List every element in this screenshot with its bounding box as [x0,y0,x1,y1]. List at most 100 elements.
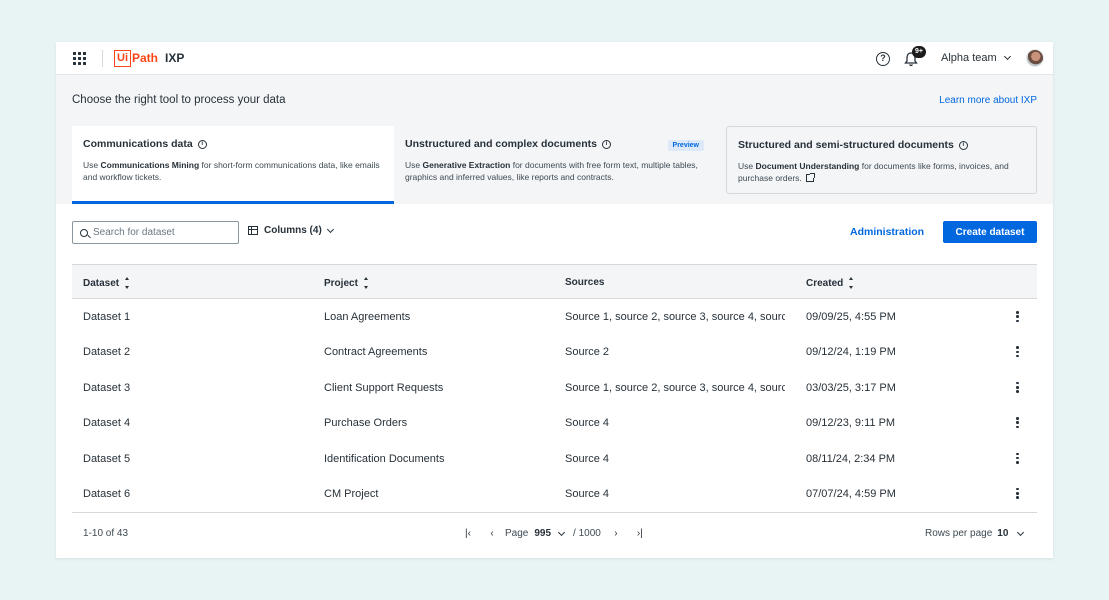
preview-badge: Preview [667,140,704,151]
row-menu-icon[interactable] [1016,452,1019,464]
desc-pre: Use [83,160,101,170]
header-divider [102,50,103,67]
info-icon[interactable]: i [601,139,611,149]
cell-dataset: Dataset 1 [83,311,131,323]
columns-label: Columns (4) [264,225,322,236]
team-name: Alpha team [941,52,997,64]
rows-per-page-value: 10 [997,528,1009,539]
card-title-text: Communications data [83,138,193,150]
table-row[interactable]: Dataset 6 CM Project Source 4 07/07/24, … [72,476,1037,511]
column-header-created[interactable]: Created [806,277,854,289]
product-name: IXP [165,51,185,65]
notification-badge: 9+ [912,46,926,58]
search-field[interactable] [72,221,239,244]
chevron-down-icon [1017,528,1025,536]
cell-created: 09/12/23, 9:11 PM [806,417,896,430]
card-title-text: Structured and semi-structured documents [738,139,954,151]
cell-dataset: Dataset 2 [83,346,131,359]
header-label: Dataset [83,277,120,289]
administration-link[interactable]: Administration [850,226,924,238]
card-title: Structured and semi-structured documents… [738,139,1025,151]
help-icon[interactable]: ? [876,52,890,66]
cell-created: 08/11/24, 2:34 PM [806,452,896,465]
cell-dataset: Dataset 5 [83,452,131,465]
cell-dataset: Dataset 6 [83,487,131,500]
row-menu-icon[interactable] [1016,487,1019,499]
previous-page-icon[interactable]: ‹ [485,528,499,539]
cell-created: 09/09/25, 4:55 PM [806,311,896,323]
sort-icon[interactable] [849,277,854,289]
sort-icon[interactable] [363,277,368,289]
cell-created: 09/12/24, 1:19 PM [806,346,896,359]
first-page-icon[interactable]: |‹ [461,528,475,539]
row-menu-icon[interactable] [1016,381,1019,393]
cell-project: Loan Agreements [324,311,411,323]
page-label: Page [505,528,529,539]
search-input[interactable] [93,227,233,238]
uipath-logo[interactable]: Ui Path IXP [114,50,184,67]
desc-pre: Use [405,160,423,170]
table-row[interactable]: Dataset 4 Purchase Orders Source 4 09/12… [72,405,1037,440]
search-icon [80,228,88,237]
last-page-icon[interactable]: ›| [633,528,647,539]
column-header-sources: Sources [565,277,785,288]
info-icon[interactable]: i [958,140,968,150]
next-page-icon[interactable]: › [609,528,623,539]
chooser-title: Choose the right tool to process your da… [72,94,286,106]
cell-sources: Source 1, source 2, source 3, source 4, … [565,311,785,323]
team-selector[interactable]: Alpha team [941,52,1011,64]
cell-created: 03/03/25, 3:17 PM [806,381,896,394]
row-menu-icon[interactable] [1016,417,1019,429]
chevron-down-icon[interactable] [558,528,566,536]
card-description: Use Communications Mining for short-form… [83,159,383,183]
cell-sources: Source 4 [565,487,610,500]
avatar[interactable] [1026,49,1044,67]
column-header-project[interactable]: Project [324,277,368,289]
learn-more-link[interactable]: Learn more about IXP [939,95,1037,106]
logo-ui-mark: Ui [114,50,131,67]
tool-card-communications[interactable]: Communications data i Use Communications… [72,126,394,204]
cell-sources: Source 2 [565,346,610,359]
desc-bold: Document Understanding [755,161,860,171]
desc-bold: Generative Extraction [422,160,511,170]
cell-project: Client Support Requests [324,381,444,394]
columns-button[interactable]: Columns (4) [248,225,334,236]
cell-sources: Source 4 [565,452,610,465]
desc-pre: Use [738,161,756,171]
app-window: Ui Path IXP ? 9+ Alpha team Choose the r… [56,42,1053,558]
create-dataset-button[interactable]: Create dataset [943,221,1037,243]
cell-sources: Source 4 [565,417,610,430]
table-row[interactable]: Dataset 2 Contract Agreements Source 2 0… [72,334,1037,369]
sort-icon[interactable] [125,277,130,289]
tool-card-unstructured[interactable]: Unstructured and complex documents i Pre… [394,126,716,204]
external-link-icon[interactable] [805,173,815,182]
table-row[interactable]: Dataset 3 Client Support Requests Source… [72,370,1037,405]
info-icon[interactable]: i [197,139,207,149]
cell-created: 07/07/24, 4:59 PM [806,487,896,500]
tool-card-structured[interactable]: Structured and semi-structured documents… [726,126,1037,194]
page-total: / 1000 [573,528,601,539]
cell-sources: Source 1, source 2, source 3, source 4, … [565,381,785,394]
header-label: Sources [565,277,605,288]
rows-per-page-label: Rows per page [925,528,993,539]
card-description: Use Generative Extraction for documents … [405,159,705,183]
pagination-range: 1-10 of 43 [83,528,129,539]
chevron-down-icon [326,225,334,233]
card-title: Communications data i [83,138,383,150]
table-row[interactable]: Dataset 1 Loan Agreements Source 1, sour… [72,299,1037,334]
pagination: |‹ ‹ Page 995 / 1000 › ›| [461,528,647,539]
app-launcher-icon[interactable] [73,52,86,65]
top-bar: Ui Path IXP ? 9+ Alpha team [56,42,1053,75]
row-menu-icon[interactable] [1016,311,1019,322]
column-header-dataset[interactable]: Dataset [83,277,130,289]
table-columns-icon [248,226,258,235]
row-menu-icon[interactable] [1016,346,1019,358]
page-number-select[interactable]: 995 [534,528,551,539]
header-label: Created [806,277,844,289]
rows-per-page-select[interactable]: Rows per page 10 [925,528,1025,539]
table-divider [72,512,1037,513]
datasets-table: Dataset Project Sources Created Dataset … [72,264,1037,511]
table-row[interactable]: Dataset 5 Identification Documents Sourc… [72,441,1037,476]
chevron-down-icon [1003,52,1011,61]
tool-chooser: Choose the right tool to process your da… [56,75,1053,204]
